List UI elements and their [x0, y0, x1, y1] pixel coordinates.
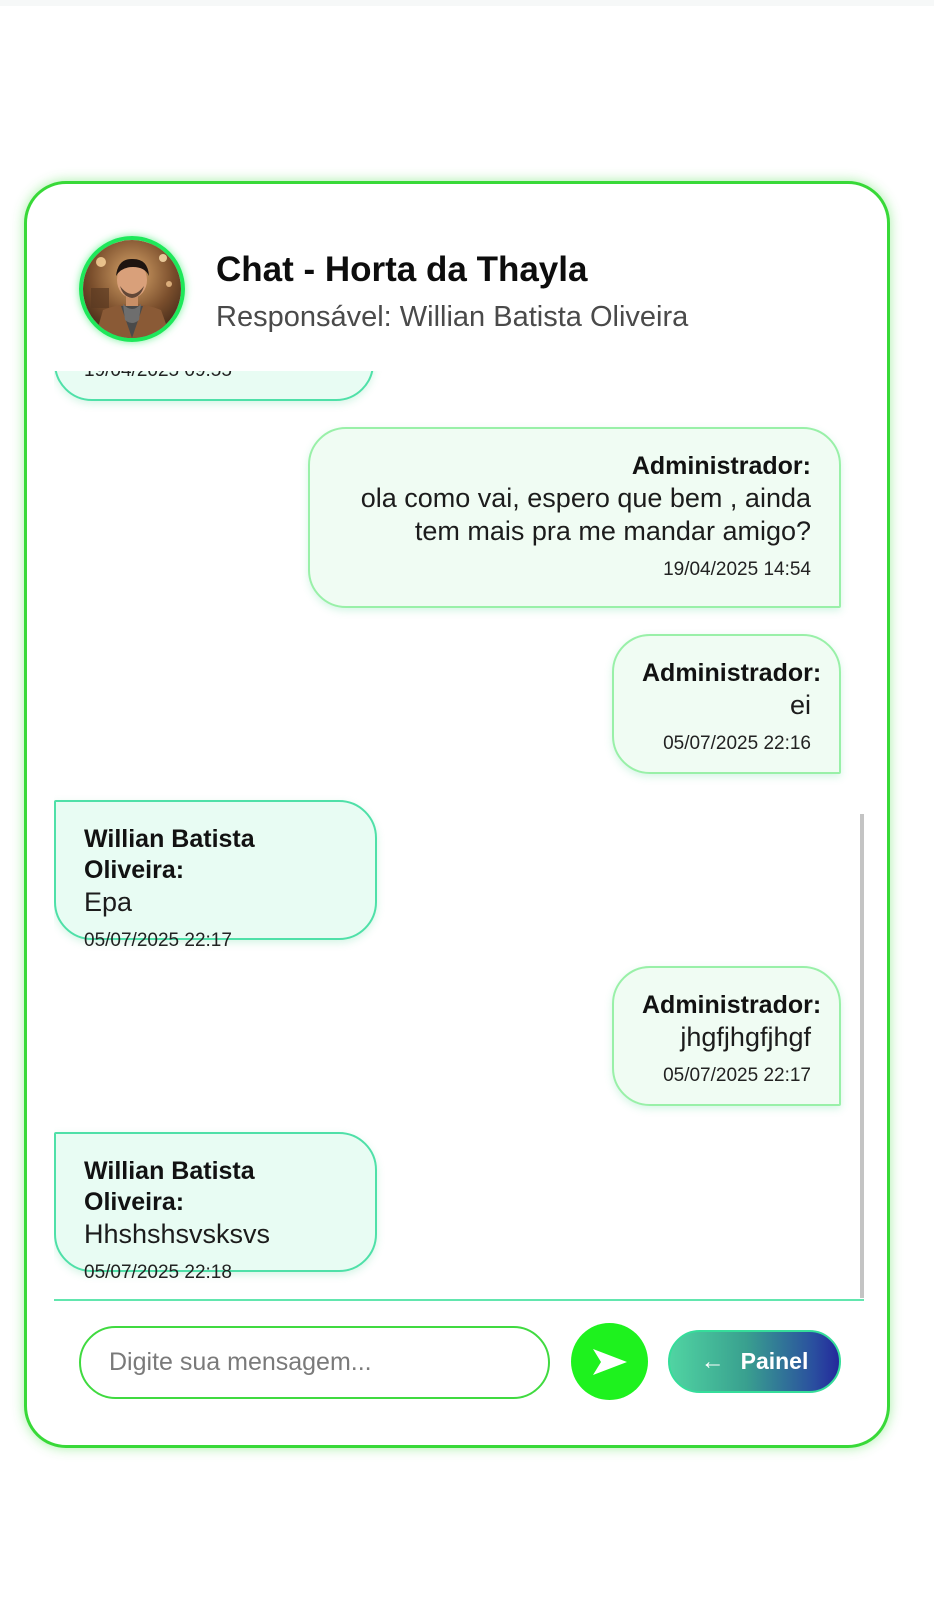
message-bubble-partial: 19/04/2025 09:55 — [54, 371, 374, 401]
send-arrow-icon — [592, 1348, 627, 1375]
avatar-photo — [83, 240, 181, 338]
chat-card: Chat - Horta da Thayla Responsável: Will… — [24, 181, 890, 1448]
message-sender: Administrador: — [642, 659, 822, 687]
message-text: jhgfjhgfjhgf — [680, 1022, 811, 1052]
message-text: Epa — [84, 887, 133, 917]
message-bubble-admin: Administrador: ola como vai, espero que … — [308, 427, 841, 608]
panel-button-label: Painel — [740, 1348, 809, 1374]
message-time: 05/07/2025 22:17 — [663, 1065, 811, 1086]
message-bubble-user: Willian Batista Oliveira: Hhshshsvsksvs … — [54, 1132, 377, 1283]
scrollbar[interactable] — [860, 814, 864, 1298]
message-sender: Administrador: — [642, 991, 822, 1019]
message-sender: Willian Batista Oliveira: — [84, 1157, 255, 1216]
message-sender: Willian Batista Oliveira: — [84, 825, 255, 884]
message-text: ola como vai, espero que bem , ainda tem… — [360, 483, 811, 546]
composer: ← Painel — [79, 1323, 841, 1404]
message-time: 05/07/2025 22:18 — [84, 1262, 232, 1283]
message-time: 19/04/2025 09:55 — [84, 371, 344, 383]
message-bubble-admin: Administrador: ei 05/07/2025 22:16 — [612, 634, 841, 774]
message-time: 05/07/2025 22:16 — [663, 733, 811, 754]
responsible-subtitle: Responsável: Willian Batista Oliveira — [216, 301, 689, 333]
message-list[interactable]: 19/04/2025 09:55 Administrador: ola como… — [54, 371, 864, 1301]
chat-header: Chat - Horta da Thayla Responsável: Will… — [79, 236, 839, 348]
arrow-left-icon: ← — [700, 1347, 725, 1375]
message-bubble-admin: Administrador: jhgfjhgfjhgf 05/07/2025 2… — [612, 966, 841, 1106]
panel-button[interactable]: ← Painel — [668, 1330, 841, 1393]
page-title: Chat - Horta da Thayla — [216, 250, 588, 289]
message-input[interactable] — [79, 1326, 550, 1399]
message-sender: Administrador: — [631, 452, 811, 480]
message-time: 19/04/2025 14:54 — [663, 559, 811, 580]
message-time: 05/07/2025 22:17 — [84, 930, 232, 951]
top-strip — [0, 0, 934, 6]
message-bubble-user: Willian Batista Oliveira: Epa 05/07/2025… — [54, 800, 377, 951]
send-button[interactable] — [571, 1323, 648, 1400]
message-text: ei — [789, 690, 811, 720]
avatar — [79, 236, 185, 342]
message-text: Hhshshsvsksvs — [84, 1219, 271, 1249]
